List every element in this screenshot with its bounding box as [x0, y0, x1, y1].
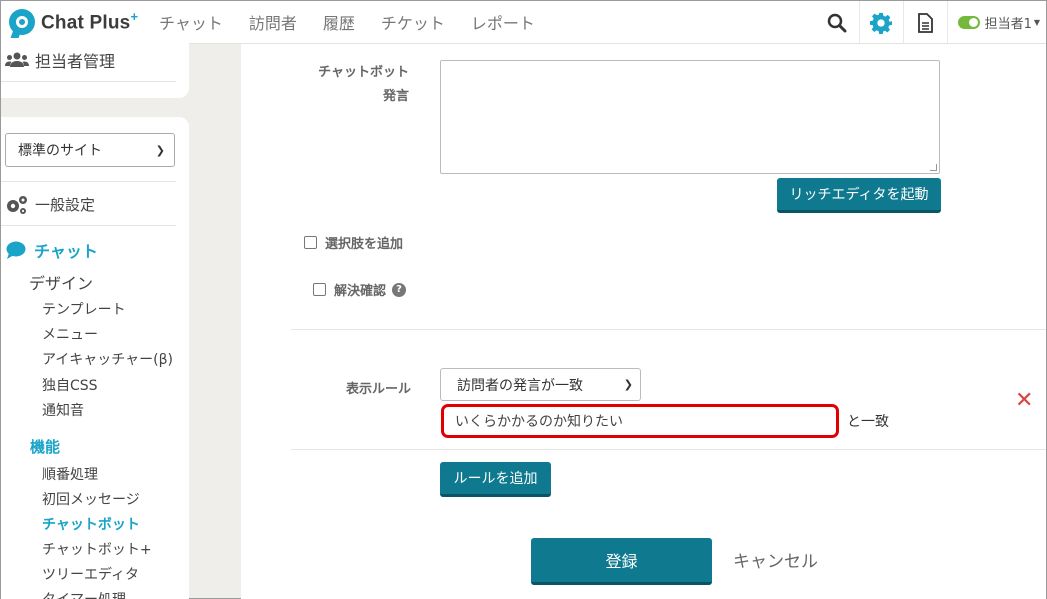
nav-tickets[interactable]: チケット: [381, 10, 445, 34]
sidebar-item-chatbot[interactable]: チャットボット: [42, 514, 140, 534]
sidebar-item-eyecatcher[interactable]: アイキャッチャー(β): [42, 349, 173, 369]
settings-button[interactable]: [858, 1, 903, 44]
sidebar-item-notification-sound[interactable]: 通知音: [42, 400, 84, 420]
match-suffix-text: と一致: [847, 414, 889, 430]
checkbox-box[interactable]: [304, 236, 317, 249]
bot-message-label: チャットボット 発言: [301, 61, 409, 104]
search-button[interactable]: [815, 1, 859, 44]
main-nav: チャット 訪問者 履歴 チケット レポート: [159, 10, 561, 34]
search-icon: [827, 13, 847, 32]
checkbox-label: 選択肢を追加: [325, 237, 404, 252]
sidebar-item-custom-css[interactable]: 独自CSS: [42, 375, 98, 395]
add-rule-button[interactable]: ルールを追加: [440, 462, 551, 497]
divider: [1, 81, 176, 82]
top-navbar: Chat Plus+ チャット 訪問者 履歴 チケット レポート 担当者1 ▼: [1, 1, 1046, 44]
sidebar-item-first-message[interactable]: 初回メッセージ: [42, 489, 140, 509]
submit-button[interactable]: 登録: [531, 538, 712, 585]
rule-select-value: 訪問者の発言が一致: [457, 377, 583, 394]
chevron-down-icon: ❯: [623, 378, 633, 391]
resolution-check-checkbox[interactable]: 解決確認 ?: [313, 280, 407, 299]
app-logo[interactable]: Chat Plus+: [9, 9, 159, 35]
nav-right: 担当者1 ▼: [815, 1, 1046, 44]
sidebar-section-chat[interactable]: チャット: [6, 238, 98, 262]
sidebar-item-label: 一般設定: [35, 196, 96, 214]
cancel-link[interactable]: キャンセル: [733, 547, 818, 572]
divider: [291, 329, 1046, 330]
nav-history[interactable]: 履歴: [323, 10, 355, 34]
rule-text-input[interactable]: いくらかかるのか知りたい: [441, 404, 839, 438]
label-line: 発言: [382, 89, 409, 104]
chevron-down-icon: ❯: [155, 143, 165, 157]
divider: [291, 449, 1046, 450]
gears-icon: [7, 195, 27, 214]
rich-editor-button[interactable]: リッチエディタを起動: [777, 178, 941, 213]
sidebar-item-menu[interactable]: メニュー: [42, 324, 98, 344]
bot-message-textarea[interactable]: [440, 60, 940, 174]
sidebar-item-template[interactable]: テンプレート: [42, 299, 126, 319]
add-choices-checkbox[interactable]: 選択肢を追加: [304, 233, 403, 252]
divider: [1, 181, 176, 182]
rule-condition-select[interactable]: 訪問者の発言が一致 ❯: [440, 368, 641, 401]
site-select-value: 標準のサイト: [18, 143, 102, 159]
display-rule-label: 表示ルール: [345, 382, 411, 397]
sidebar-item-agent-admin[interactable]: 担当者管理: [5, 48, 115, 72]
delete-rule-icon[interactable]: ✕: [1015, 388, 1033, 413]
online-status-toggle[interactable]: [957, 16, 980, 29]
chat-bubble-logo-icon: [9, 9, 35, 35]
nav-reports[interactable]: レポート: [471, 10, 535, 34]
sidebar-card-settings: 標準のサイト ❯ 一般設定 チャット デザイン テンプレート メニュー アイキャ…: [1, 117, 189, 599]
sidebar-section-label: チャット: [34, 242, 98, 261]
document-icon: [918, 12, 933, 33]
nav-chat[interactable]: チャット: [159, 10, 223, 34]
sidebar-item-timer[interactable]: タイマー処理: [42, 589, 126, 599]
help-icon[interactable]: ?: [392, 282, 407, 297]
label-line: チャットボット: [318, 65, 409, 80]
sidebar-item-tree-editor[interactable]: ツリーエディタ: [42, 564, 139, 584]
main-content: チャットボット 発言 リッチエディタを起動 選択肢を追加 解決確認 ? 表示ルー…: [241, 44, 1046, 599]
gear-icon: [870, 12, 893, 34]
sidebar-card-agents: 担当者管理: [1, 43, 189, 98]
site-select[interactable]: 標準のサイト ❯: [5, 133, 175, 167]
sidebar-item-chatbot-plus[interactable]: チャットボット+: [42, 539, 152, 559]
nav-visitors[interactable]: 訪問者: [249, 10, 297, 34]
user-menu[interactable]: 担当者1 ▼: [946, 1, 1046, 44]
chat-bubble-icon: [6, 241, 26, 259]
sidebar-item-general-settings[interactable]: 一般設定: [5, 194, 95, 215]
checkbox-label: 解決確認: [334, 284, 387, 299]
sidebar-item-queue[interactable]: 順番処理: [42, 464, 98, 484]
logo-text: Chat Plus+: [41, 9, 139, 34]
user-name: 担当者1: [984, 17, 1032, 32]
sidebar-item-design[interactable]: デザイン: [29, 270, 93, 294]
document-button[interactable]: [902, 1, 947, 44]
divider: [1, 225, 176, 226]
users-icon: [5, 52, 29, 67]
checkbox-box[interactable]: [313, 283, 326, 296]
sidebar-item-label: 担当者管理: [35, 52, 116, 71]
sidebar-heading-features[interactable]: 機能: [30, 436, 60, 457]
caret-down-icon: ▼: [1033, 18, 1040, 27]
